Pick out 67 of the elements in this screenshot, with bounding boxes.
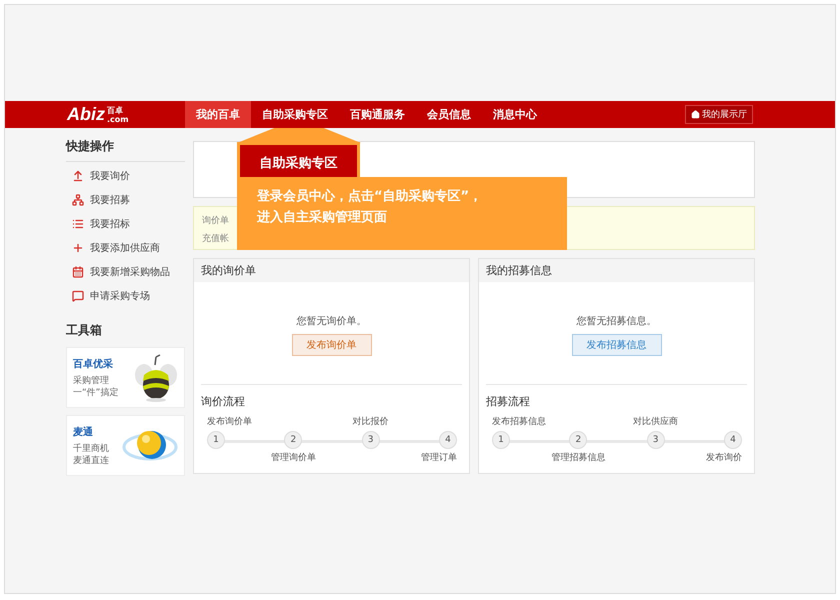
publish-button[interactable]: 发布招募信息: [572, 334, 662, 356]
plus-icon: [72, 242, 84, 254]
step-number: 2: [569, 431, 588, 449]
tool-description: 采购管理: [73, 374, 110, 386]
step-label: 发布询价单: [207, 416, 252, 429]
callout-text: 进入自主采购管理页面: [257, 208, 388, 226]
step-label: 对比报价: [352, 416, 389, 429]
empty-message: 您暂无询价单。: [296, 314, 366, 328]
step-number: 3: [646, 431, 665, 449]
sidebar-link-text: 申请采购专场: [90, 290, 150, 303]
tool-description: 千里商机: [73, 442, 109, 454]
nav-tab[interactable]: 我的百卓: [185, 101, 251, 128]
sidebar-link[interactable]: 我要招标: [66, 212, 185, 236]
sidebar-link[interactable]: 我要询价: [66, 164, 185, 188]
step-label: 管理订单: [420, 452, 457, 465]
callout-text: 登录会员中心，点击“自助采购专区”，: [257, 188, 484, 205]
network-icon: [72, 194, 84, 206]
step-number: 1: [207, 431, 225, 449]
home-icon: [691, 110, 700, 119]
tool-card[interactable]: 麦通 千里商机 麦通直连: [66, 415, 185, 476]
nav-tab[interactable]: 消息中心: [482, 101, 548, 128]
tool-card[interactable]: 百卓优采 采购管理 一“件”搞定: [66, 347, 185, 408]
notice-text: 充值帐: [202, 232, 229, 245]
tool-description: 麦通直连: [73, 454, 109, 466]
step-label: 发布招募信息: [492, 416, 546, 429]
step-number: 4: [724, 431, 742, 449]
sidebar-link[interactable]: 我要添加供应商: [66, 236, 185, 260]
tool-description: 一“件”搞定: [73, 386, 118, 398]
sidebar-link-text: 我要招募: [90, 194, 130, 207]
step-number: 3: [362, 431, 380, 449]
step-label: 发布询价: [706, 452, 742, 465]
tool-name: 麦通: [73, 426, 94, 438]
flow-title: 招募流程: [485, 394, 531, 410]
section-title: 工具箱: [66, 322, 103, 339]
step-label: 对比供应商: [633, 416, 678, 429]
logo-mark: Abiz: [67, 104, 105, 125]
sidebar-link[interactable]: 我要新增采购物品: [66, 260, 185, 284]
nav-tab[interactable]: 自助采购专区: [251, 101, 339, 128]
step-label: 管理询价单: [270, 452, 316, 465]
sidebar-link-text: 我要添加供应商: [90, 242, 160, 255]
list-icon: [72, 218, 84, 230]
tool-name: 百卓优采: [73, 358, 114, 370]
publish-button[interactable]: 发布询价单: [292, 334, 372, 356]
sidebar-link[interactable]: 申请采购专场: [66, 284, 185, 308]
step-number: 1: [492, 431, 510, 449]
upload-icon: [72, 170, 84, 182]
flow-title: 询价流程: [200, 394, 246, 410]
empty-message: 您暂无招募信息。: [576, 314, 656, 328]
sidebar-link-text: 我要询价: [90, 170, 130, 183]
chat-icon: [72, 290, 84, 302]
bee-drawing: [134, 352, 178, 402]
section-title: 快捷操作: [66, 138, 185, 162]
logo-name: 百卓: [107, 106, 124, 114]
panel-title: 我的招募信息: [479, 259, 754, 282]
step-number: 2: [284, 431, 302, 449]
step-number: 4: [438, 431, 457, 449]
nav-tab[interactable]: 百购通服务: [339, 101, 416, 128]
calendar-icon: [72, 266, 84, 278]
step-label: 管理招募信息: [551, 452, 606, 465]
sidebar-link[interactable]: 我要招募: [66, 188, 185, 212]
nav-tab[interactable]: 会员信息: [416, 101, 482, 128]
sidebar-link-text: 我要新增采购物品: [90, 266, 170, 279]
panel-title: 我的询价单: [194, 259, 469, 282]
notice-text: 询价单: [202, 214, 229, 227]
sidebar-link-text: 我要招标: [90, 218, 130, 231]
showroom-button[interactable]: 我的展示厅: [685, 105, 753, 124]
logo-domain: .com: [107, 114, 129, 124]
